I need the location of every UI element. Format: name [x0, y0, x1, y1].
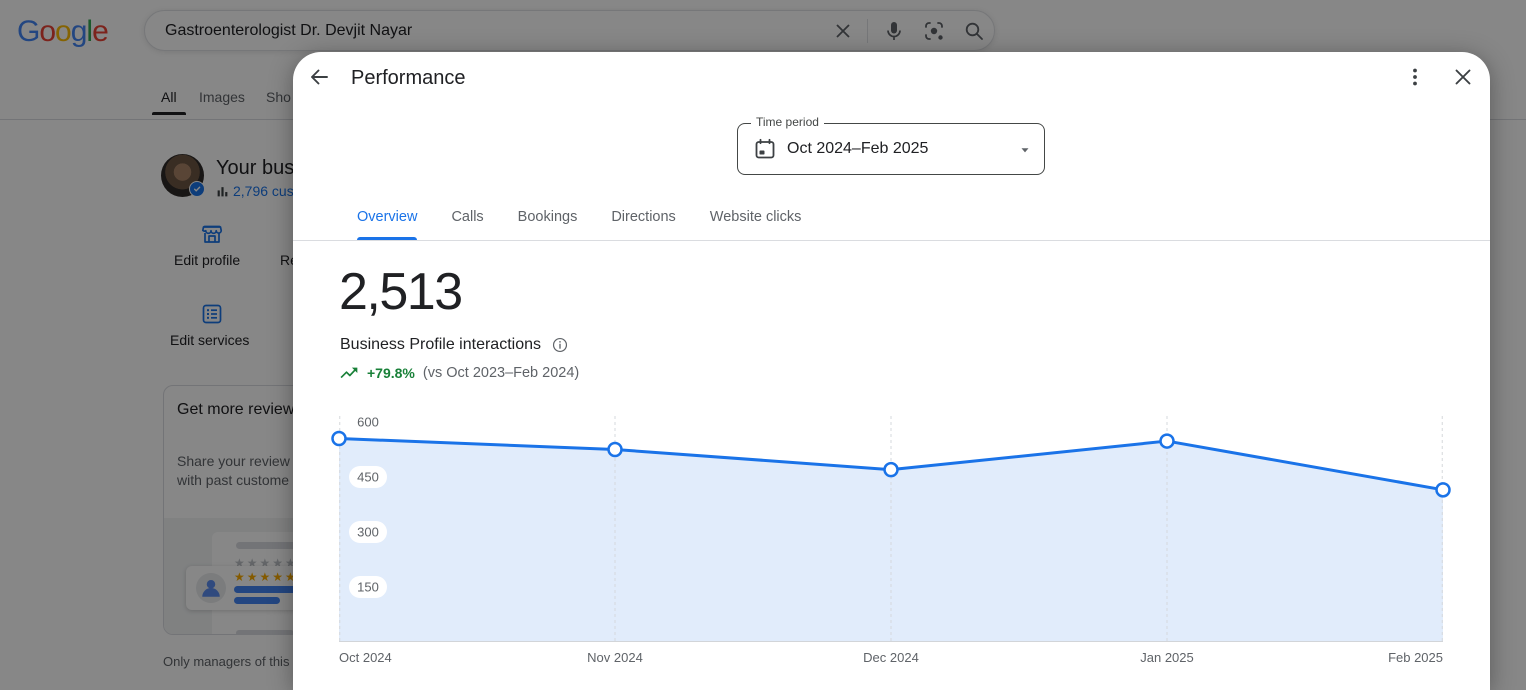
- dialog-title: Performance: [351, 67, 466, 89]
- dropdown-arrow-icon: [1021, 148, 1029, 153]
- chart-point[interactable]: [607, 441, 623, 458]
- more-options-button[interactable]: [1395, 57, 1435, 97]
- calendar-icon: [755, 138, 775, 159]
- performance-tabs: Overview Calls Bookings Directions Websi…: [357, 198, 835, 240]
- x-axis-label: Oct 2024: [339, 650, 392, 665]
- close-icon: [1455, 69, 1471, 85]
- close-button[interactable]: [1443, 57, 1483, 97]
- tab-overview[interactable]: Overview: [357, 198, 418, 240]
- interactions-total: 2,513: [339, 263, 463, 321]
- delta-comparison-period: (vs Oct 2023–Feb 2024): [422, 365, 580, 381]
- chart-point[interactable]: [1159, 433, 1175, 449]
- x-axis-label: Nov 2024: [587, 650, 643, 665]
- arrow-back-icon: [311, 69, 328, 85]
- tab-directions[interactable]: Directions: [611, 198, 675, 240]
- x-axis-label: Jan 2025: [1140, 650, 1194, 665]
- interactions-chart: 600 450 300 150: [331, 411, 1451, 642]
- trending-up-icon: [340, 367, 358, 379]
- y-tick-label: 300: [357, 525, 379, 540]
- tab-website-clicks[interactable]: Website clicks: [710, 198, 802, 240]
- chart-point[interactable]: [1435, 482, 1451, 498]
- x-axis-label: Feb 2025: [1388, 650, 1443, 665]
- tab-calls[interactable]: Calls: [451, 198, 483, 240]
- y-tick-label: 150: [357, 580, 379, 595]
- time-period-select[interactable]: Time period Oct 2024–Feb 2025: [737, 115, 1045, 175]
- back-button[interactable]: [299, 57, 339, 97]
- x-axis-label: Dec 2024: [863, 650, 919, 665]
- info-icon[interactable]: [551, 336, 569, 354]
- chart-point[interactable]: [331, 430, 347, 447]
- chart-x-axis: Oct 2024 Nov 2024 Dec 2024 Jan 2025 Feb 2025: [339, 650, 1443, 666]
- tab-bookings[interactable]: Bookings: [518, 198, 578, 240]
- three-dot-menu-icon: [1413, 68, 1417, 86]
- interactions-label: Business Profile interactions: [340, 336, 541, 353]
- y-tick-label: 600: [357, 415, 379, 430]
- performance-dialog: Performance Time period Oct 2024–Feb 202…: [293, 52, 1490, 690]
- time-period-value: Oct 2024–Feb 2025: [787, 140, 929, 157]
- y-tick-label: 450: [357, 470, 379, 485]
- tabs-divider: [293, 240, 1490, 241]
- chart-point[interactable]: [883, 461, 899, 478]
- delta-percentage: +79.8%: [367, 365, 415, 381]
